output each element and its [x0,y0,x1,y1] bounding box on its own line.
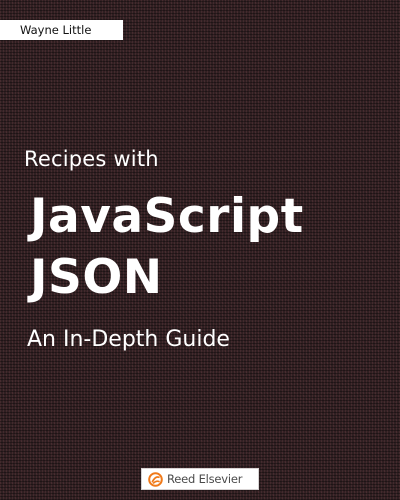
title-main-line1: JavaScript [30,189,304,244]
title-main-line2: JSON [30,250,163,305]
reed-elsevier-logo-icon [148,471,163,487]
title-prefix: Recipes with [24,147,159,171]
publisher-name: Reed Elsevier [167,472,243,486]
publisher-badge: Reed Elsevier [141,468,259,490]
author-label: Wayne Little [0,20,123,40]
book-cover: Wayne Little Recipes with JavaScript JSO… [0,0,400,500]
subtitle: An In-Depth Guide [27,327,230,352]
